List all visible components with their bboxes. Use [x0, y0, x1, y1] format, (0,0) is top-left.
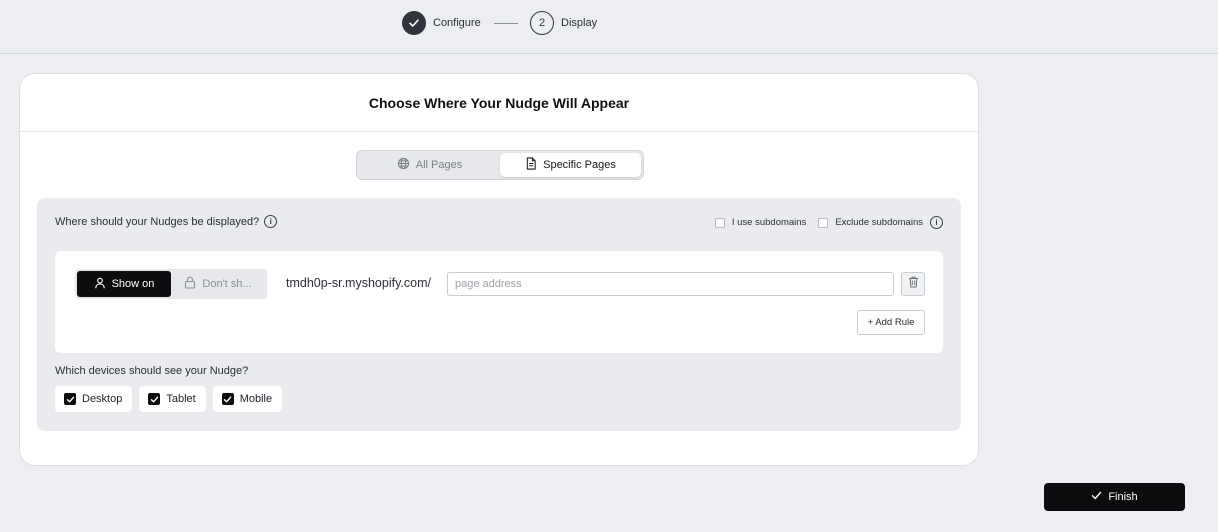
- lock-icon: [184, 276, 196, 292]
- finish-button[interactable]: Finish: [1044, 483, 1185, 511]
- subdomain-options: I use subdomains Exclude subdomains i: [714, 216, 943, 229]
- display-rules-panel: Where should your Nudges be displayed? i…: [37, 198, 961, 431]
- show-on-label: Show on: [111, 278, 155, 290]
- dont-show-label: Don't sh...: [202, 278, 252, 290]
- devices-question: Which devices should see your Nudge?: [55, 365, 249, 377]
- exclude-subdomains-label: Exclude subdomains: [835, 217, 923, 228]
- device-label: Desktop: [82, 393, 123, 405]
- checkbox-checked-icon[interactable]: [221, 393, 234, 405]
- device-tablet[interactable]: Tablet: [139, 386, 206, 412]
- placement-card: Choose Where Your Nudge Will Appear All …: [19, 73, 979, 466]
- show-on-button[interactable]: Show on: [77, 271, 171, 297]
- display-question: Where should your Nudges be displayed? i: [55, 215, 278, 228]
- dont-show-button[interactable]: Don't sh...: [171, 271, 265, 297]
- exclude-subdomains-checkbox[interactable]: [818, 217, 829, 228]
- info-icon[interactable]: i: [930, 216, 943, 229]
- add-rule-button[interactable]: + Add Rule: [857, 310, 925, 335]
- trash-icon: [908, 275, 919, 293]
- step-label: Display: [561, 17, 598, 29]
- device-label: Mobile: [239, 393, 273, 405]
- show-hide-toggle: Show on Don't sh...: [75, 269, 267, 299]
- finish-label: Finish: [1108, 491, 1138, 503]
- checkbox-checked-icon[interactable]: [64, 393, 76, 405]
- device-options: Desktop Tablet Mobile: [55, 386, 283, 412]
- use-subdomains-option[interactable]: I use subdomains: [714, 217, 807, 228]
- delete-rule-button[interactable]: [901, 272, 925, 296]
- use-subdomains-label: I use subdomains: [731, 217, 807, 228]
- device-mobile[interactable]: Mobile: [212, 386, 283, 412]
- device-desktop[interactable]: Desktop: [55, 386, 133, 412]
- info-icon[interactable]: i: [264, 215, 278, 228]
- tab-specific-pages[interactable]: Specific Pages: [500, 153, 641, 177]
- exclude-subdomains-option[interactable]: Exclude subdomains i: [818, 216, 943, 229]
- user-icon: [94, 277, 106, 292]
- stepper: Configure 2 Display: [0, 0, 1218, 54]
- check-icon: [1091, 490, 1102, 504]
- display-question-text: Where should your Nudges be displayed?: [55, 215, 260, 228]
- domain-prefix: tmdh0p-sr.myshopify.com/: [286, 276, 431, 290]
- tab-all-pages[interactable]: All Pages: [359, 153, 500, 177]
- page-title: Choose Where Your Nudge Will Appear: [368, 94, 630, 111]
- document-icon: [525, 157, 537, 173]
- globe-icon: [397, 157, 410, 173]
- step-display[interactable]: 2 Display: [530, 11, 597, 35]
- rule-row: Show on Don't sh... tmdh0p-sr.myshopify.…: [55, 251, 943, 353]
- step-number: 2: [530, 11, 554, 35]
- step-configure[interactable]: Configure: [402, 11, 481, 35]
- step-label: Configure: [433, 17, 481, 29]
- card-header: Choose Where Your Nudge Will Appear: [20, 74, 978, 132]
- use-subdomains-checkbox[interactable]: [714, 217, 725, 228]
- checkbox-checked-icon[interactable]: [148, 393, 161, 405]
- step-connector: [494, 23, 518, 24]
- tab-label: All Pages: [415, 159, 463, 171]
- check-icon: [402, 11, 426, 35]
- page-address-input[interactable]: [447, 272, 894, 296]
- page-scope-toggle: All Pages Specific Pages: [356, 150, 644, 180]
- device-label: Tablet: [166, 393, 196, 405]
- tab-label: Specific Pages: [543, 159, 616, 171]
